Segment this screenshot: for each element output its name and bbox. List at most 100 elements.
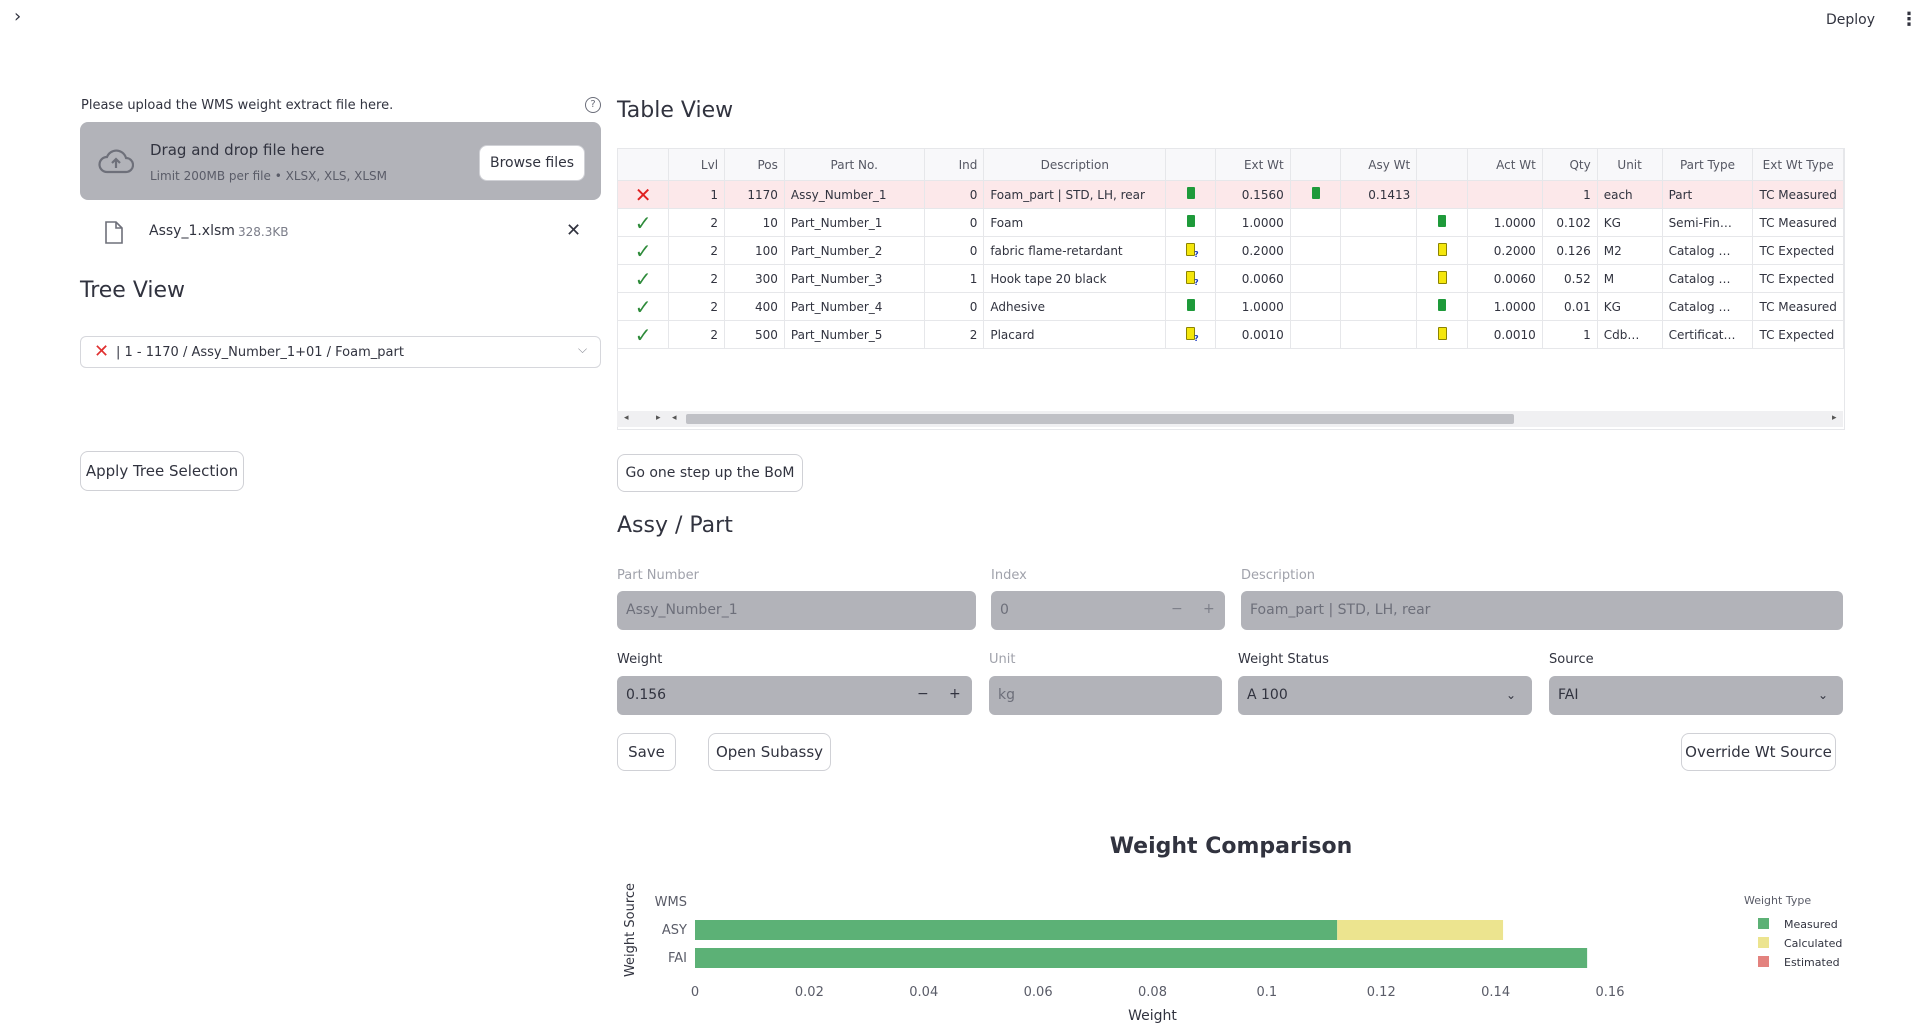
cell-lvl: 2 (668, 292, 726, 321)
scroll-right-icon[interactable]: ▸ (656, 413, 661, 423)
sidebar-expand-icon[interactable]: › (14, 6, 38, 30)
cell-lvl: 1 (668, 180, 726, 209)
column-header[interactable]: Asy Wt (1340, 149, 1418, 181)
cell-ext-wt: 1.0000 (1215, 292, 1291, 321)
scroll-right-icon[interactable]: ▸ (1832, 413, 1837, 423)
x-tick-label: 0.06 (1024, 985, 1053, 1000)
column-header[interactable]: Lvl (668, 149, 726, 181)
column-header[interactable]: Part No. (784, 149, 925, 181)
column-header-status[interactable] (618, 149, 670, 181)
cell-asy-status (1290, 264, 1342, 293)
part-number-field: Assy_Number_1 (617, 591, 976, 630)
column-header[interactable] (1416, 149, 1468, 181)
browse-files-button[interactable]: Browse files (479, 145, 585, 181)
column-header[interactable]: Ext Wt Type (1752, 149, 1844, 181)
cell-qty: 1 (1542, 180, 1598, 209)
source-value: FAI (1558, 687, 1579, 703)
uploaded-file-name: Assy_1.xlsm (149, 223, 235, 239)
scroll-left-icon[interactable]: ◂ (672, 413, 677, 423)
cell-description: fabric flame-retardant (983, 236, 1167, 265)
cell-ind: 1 (924, 264, 985, 293)
table-row[interactable]: ✓ 2 400 Part_Number_4 0 Adhesive 1.0000 1.0000 0… (618, 292, 1844, 321)
column-header[interactable]: Ind (924, 149, 985, 181)
table-row[interactable]: ✕ 1 1170 Assy_Number_1 0 Foam_part | STD, LH,… (618, 180, 1844, 209)
help-icon[interactable]: ? (585, 97, 601, 113)
dropzone-title: Drag and drop file here (150, 141, 325, 159)
remove-file-icon[interactable]: ✕ (566, 220, 581, 241)
table-row[interactable]: ✓ 2 100 Part_Number_2 0 fabric flame-retardan… (618, 236, 1844, 265)
chevron-down-icon[interactable]: ⌄ (1506, 688, 1516, 702)
row-status: ✓ (618, 264, 670, 293)
column-header[interactable]: Part Type (1662, 149, 1754, 181)
column-header[interactable]: Pos (724, 149, 785, 181)
cell-part-type: Catalog … (1662, 264, 1754, 293)
tree-view-title: Tree View (80, 278, 186, 303)
table-row[interactable]: ✓ 2 10 Part_Number_1 0 Foam 1.0000 1.0000 0.102 K… (618, 208, 1844, 237)
uploaded-file-size: 328.3KB (238, 225, 289, 239)
cell-ext-wt: 0.0010 (1215, 320, 1291, 349)
cell-pos: 300 (724, 264, 785, 293)
row-status: ✕ (618, 180, 670, 209)
battery-green-icon (1186, 299, 1195, 311)
cell-part-no: Part_Number_3 (784, 264, 925, 293)
tree-select-value: | 1 - 1170 / Assy_Number_1+01 / Foam_par… (116, 345, 404, 360)
weight-status-value: A 100 (1247, 687, 1288, 703)
column-header[interactable]: Act Wt (1467, 149, 1543, 181)
cell-lvl: 2 (668, 320, 726, 349)
cell-ext-wt: 0.2000 (1215, 236, 1291, 265)
cell-act-wt: 0.0060 (1467, 264, 1543, 293)
table-row[interactable]: ✓ 2 300 Part_Number_3 1 Hook tape 20 black? 0.… (618, 264, 1844, 293)
cell-asy-status (1290, 292, 1342, 321)
weight-decrement-button[interactable]: − (917, 686, 929, 702)
x-tick-label: 0.08 (1138, 985, 1167, 1000)
column-header[interactable]: Qty (1542, 149, 1598, 181)
go-up-bom-button[interactable]: Go one step up the BoM (617, 454, 803, 492)
cell-part-type: Part (1662, 180, 1754, 209)
save-button[interactable]: Save (617, 733, 676, 771)
deploy-button[interactable]: Deploy (1826, 12, 1875, 28)
battery-yellow-icon (1437, 270, 1447, 284)
legend-swatch-measured (1758, 918, 1769, 929)
override-wt-source-button[interactable]: Override Wt Source (1681, 733, 1836, 771)
cell-description: Hook tape 20 black (983, 264, 1167, 293)
chart-title: Weight Comparison (1109, 834, 1353, 859)
chevron-down-icon[interactable]: ⌵ (578, 342, 587, 357)
open-subassy-button[interactable]: Open Subassy (708, 733, 831, 771)
cell-description: Adhesive (983, 292, 1167, 321)
cell-ext-status: ? (1165, 236, 1216, 265)
x-tick-label: 0 (691, 985, 699, 1000)
cell-act-status (1416, 320, 1468, 349)
scroll-left-icon[interactable]: ◂ (624, 413, 629, 423)
cell-asy-status (1290, 208, 1342, 237)
column-header[interactable] (1165, 149, 1216, 181)
legend-swatch-estimated (1758, 956, 1769, 967)
chevron-down-icon[interactable]: ⌄ (1818, 688, 1828, 702)
battery-yellow-question-icon: ? (1186, 326, 1199, 343)
cell-ext-wt: 1.0000 (1215, 208, 1291, 237)
cell-act-wt: 0.2000 (1467, 236, 1543, 265)
cell-asy-wt (1340, 236, 1418, 265)
column-header[interactable] (1290, 149, 1342, 181)
scrollbar-thumb[interactable] (686, 414, 1514, 424)
check-icon: ✓ (634, 294, 652, 319)
main-menu-icon[interactable]: ⋮ (1900, 9, 1918, 30)
column-header[interactable]: Description (983, 149, 1167, 181)
bom-table[interactable]: Lvl Pos Part No. Ind Description Ext Wt Asy Wt… (617, 148, 1845, 430)
bar-calculated-asy (1337, 920, 1504, 940)
column-header[interactable]: Unit (1597, 149, 1663, 181)
bar-measured-fai (695, 948, 1588, 968)
weight-status-select[interactable]: A 100 (1238, 676, 1532, 715)
cell-ind: 0 (924, 180, 985, 209)
apply-tree-selection-button[interactable]: Apply Tree Selection (80, 451, 244, 491)
check-icon: ✓ (634, 266, 652, 291)
cell-act-wt: 0.0010 (1467, 320, 1543, 349)
source-select[interactable]: FAI (1549, 676, 1843, 715)
weight-increment-button[interactable]: + (949, 686, 961, 702)
cell-part-type: Semi-Fin… (1662, 208, 1754, 237)
battery-yellow-icon (1437, 242, 1447, 256)
table-row[interactable]: ✓ 2 500 Part_Number_5 2 Placard? 0.0010 0.0010 1… (618, 320, 1844, 349)
row-status: ✓ (618, 236, 670, 265)
cell-description: Placard (983, 320, 1167, 349)
cell-part-no: Part_Number_4 (784, 292, 925, 321)
column-header[interactable]: Ext Wt (1215, 149, 1291, 181)
